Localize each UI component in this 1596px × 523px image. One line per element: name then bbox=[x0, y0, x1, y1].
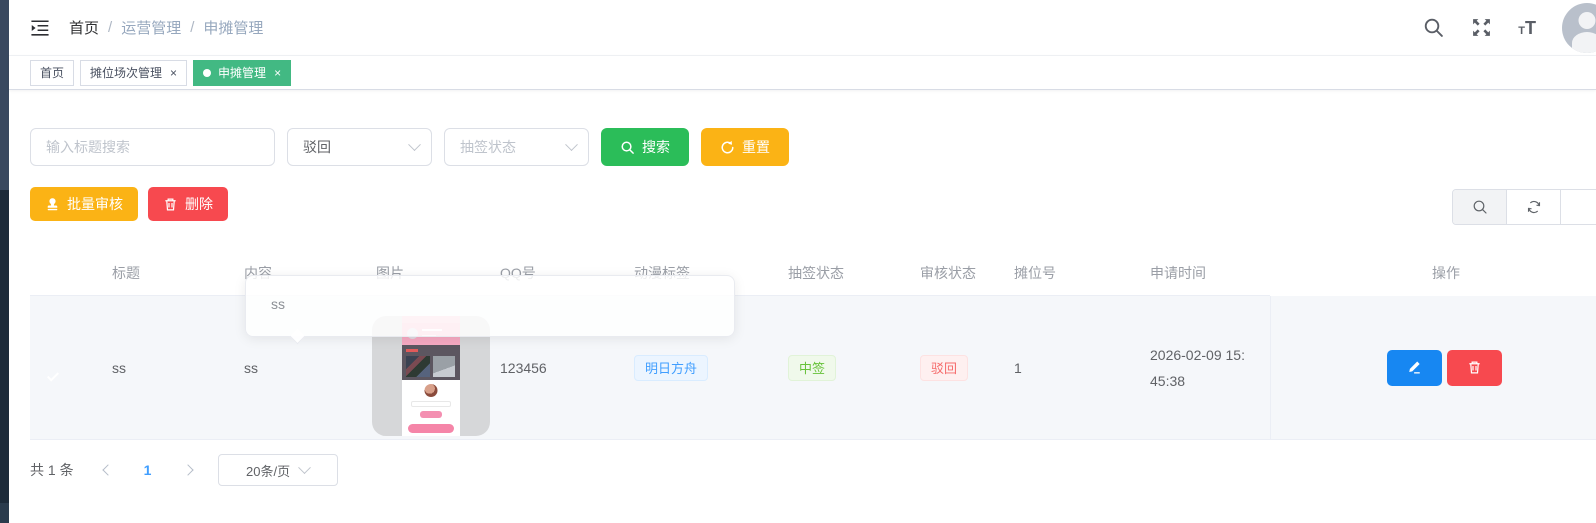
tab-close-icon[interactable]: × bbox=[274, 66, 281, 80]
refresh-icon bbox=[720, 140, 735, 155]
table-refresh-button[interactable] bbox=[1507, 190, 1561, 224]
chevron-down-icon bbox=[565, 138, 578, 151]
table-settings-button[interactable] bbox=[1561, 190, 1596, 224]
next-page-button[interactable] bbox=[172, 454, 204, 486]
page-number-current[interactable]: 1 bbox=[132, 462, 164, 478]
chevron-down-icon bbox=[298, 461, 311, 474]
fixed-column-divider bbox=[1270, 296, 1271, 440]
cell-content: ss bbox=[230, 360, 362, 376]
delete-button[interactable] bbox=[1447, 350, 1502, 386]
refresh-icon bbox=[1526, 199, 1542, 215]
breadcrumb: 首页 / 运营管理 / 申摊管理 bbox=[69, 17, 263, 38]
font-size-icon[interactable]: TT bbox=[1518, 19, 1536, 37]
avatar[interactable] bbox=[1562, 3, 1596, 53]
trash-icon bbox=[163, 197, 178, 212]
chevron-down-icon bbox=[408, 138, 421, 151]
col-header-booth-no: 摊位号 bbox=[1000, 263, 1136, 283]
anime-tag: 明日方舟 bbox=[634, 355, 708, 381]
sidebar-collapsed-edge bbox=[0, 0, 9, 523]
prev-page-button[interactable] bbox=[92, 454, 124, 486]
pagination-total: 共 1 条 bbox=[30, 460, 74, 480]
col-header-lottery: 抽签状态 bbox=[774, 263, 906, 283]
pencil-icon bbox=[1407, 360, 1422, 375]
reset-button[interactable]: 重置 bbox=[701, 128, 789, 166]
breadcrumb-separator: / bbox=[108, 19, 112, 36]
tab-home[interactable]: 首页 bbox=[30, 60, 74, 86]
active-tab-dot bbox=[203, 69, 211, 77]
header-search-icon[interactable] bbox=[1422, 17, 1444, 39]
col-header-title: 标题 bbox=[98, 263, 230, 283]
chevron-right-icon bbox=[182, 464, 193, 475]
cell-title: ss bbox=[98, 360, 230, 376]
avatar-person-icon bbox=[1579, 12, 1596, 29]
breadcrumb-item-operation[interactable]: 运营管理 bbox=[121, 17, 181, 38]
lottery-status-tag: 中签 bbox=[788, 355, 836, 381]
sidebar-edge-bottom bbox=[0, 503, 9, 523]
page-size-select[interactable]: 20条/页 bbox=[218, 454, 338, 486]
search-icon bbox=[1472, 199, 1488, 215]
col-header-review: 审核状态 bbox=[906, 263, 1000, 283]
title-search-input[interactable] bbox=[30, 128, 275, 166]
tab-booth-session[interactable]: 摊位场次管理 × bbox=[80, 60, 187, 86]
col-header-actions: 操作 bbox=[1270, 250, 1596, 296]
batch-review-button[interactable]: 批量审核 bbox=[30, 187, 138, 221]
fullscreen-icon[interactable] bbox=[1470, 17, 1492, 39]
toolbar-row: 批量审核 删除 bbox=[30, 187, 228, 221]
cell-qq: 123456 bbox=[486, 360, 620, 376]
review-status-tag: 驳回 bbox=[920, 355, 968, 381]
search-button[interactable]: 搜索 bbox=[601, 128, 689, 166]
breadcrumb-separator: / bbox=[190, 19, 194, 36]
tags-view-bar: 首页 摊位场次管理 × 申摊管理 × bbox=[9, 56, 1596, 90]
chevron-left-icon bbox=[102, 464, 113, 475]
hamburger-icon[interactable] bbox=[29, 17, 51, 39]
batch-delete-button[interactable]: 删除 bbox=[148, 187, 228, 221]
navbar: 首页 / 运营管理 / 申摊管理 TT bbox=[9, 0, 1596, 56]
table-search-toggle-button[interactable] bbox=[1453, 190, 1507, 224]
navbar-right: TT bbox=[1422, 3, 1596, 53]
cell-apply-time: 2026-02-09 15: 45:38 bbox=[1136, 342, 1270, 394]
breadcrumb-item-home[interactable]: 首页 bbox=[69, 17, 99, 38]
filter-row: 驳回 抽签状态 搜索 重置 bbox=[30, 128, 789, 166]
sidebar-edge-top bbox=[0, 0, 9, 190]
tab-close-icon[interactable]: × bbox=[170, 66, 177, 80]
table-tools-group bbox=[1452, 189, 1596, 225]
content-tooltip: ss bbox=[245, 275, 735, 337]
edit-button[interactable] bbox=[1387, 350, 1442, 386]
search-icon bbox=[620, 140, 635, 155]
pagination: 共 1 条 1 20条/页 bbox=[30, 454, 338, 486]
trash-icon bbox=[1467, 360, 1482, 375]
col-header-apply-time: 申请时间 bbox=[1136, 263, 1270, 283]
tab-booth-apply-active[interactable]: 申摊管理 × bbox=[193, 60, 291, 86]
breadcrumb-item-booth-apply[interactable]: 申摊管理 bbox=[203, 17, 263, 38]
review-status-select[interactable]: 驳回 bbox=[287, 128, 432, 166]
cell-booth-no: 1 bbox=[1000, 360, 1136, 376]
lottery-status-select[interactable]: 抽签状态 bbox=[444, 128, 589, 166]
stamp-icon bbox=[45, 197, 60, 212]
tooltip-text: ss bbox=[271, 296, 285, 312]
